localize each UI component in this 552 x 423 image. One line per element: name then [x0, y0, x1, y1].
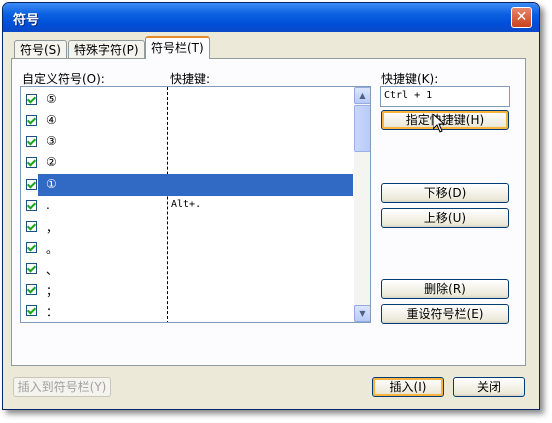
custom-symbol-list[interactable]: ⑤ ④ ③ ② ① . Alt+. ， 。 、 ； ： ▲ ▼ [20, 86, 371, 323]
list-item[interactable]: ： [21, 300, 353, 322]
checkbox-icon[interactable] [26, 242, 37, 253]
list-item[interactable]: ③ [21, 131, 353, 153]
checkbox-icon[interactable] [26, 284, 37, 295]
symbol-text: ； [46, 284, 59, 298]
move-up-button[interactable]: 上移(U) [381, 208, 509, 228]
symbol-text: ① [46, 177, 57, 191]
symbol-text: . [46, 198, 50, 212]
list-item[interactable]: . Alt+. [21, 195, 353, 217]
tab-symbol-bar[interactable]: 符号栏(T) [145, 36, 210, 59]
list-item[interactable]: 。 [21, 237, 353, 259]
shortcut-key-label: 快捷键(K): [381, 72, 439, 86]
title-bar[interactable]: 符号 ✕ [3, 3, 539, 32]
symbol-text: ： [46, 305, 59, 319]
assign-shortcut-button[interactable]: 指定快捷键(H) [381, 110, 509, 130]
delete-button[interactable]: 删除(R) [381, 279, 509, 299]
symbol-text: ， [46, 221, 59, 235]
tab-symbols[interactable]: 符号(S) [14, 40, 67, 58]
checkbox-icon[interactable] [26, 179, 37, 190]
scroll-up-icon[interactable]: ▲ [354, 87, 370, 104]
reset-symbol-bar-button[interactable]: 重设符号栏(E) [381, 304, 509, 324]
list-item[interactable]: ④ [21, 110, 353, 132]
checkbox-icon[interactable] [26, 136, 37, 147]
scroll-thumb[interactable] [354, 105, 370, 152]
list-item[interactable]: ； [21, 279, 353, 301]
move-down-button[interactable]: 下移(D) [381, 183, 509, 203]
insert-to-symbol-bar-button[interactable]: 插入到符号栏(Y) [13, 377, 111, 397]
checkbox-icon[interactable] [26, 263, 37, 274]
list-item[interactable]: ② [21, 152, 353, 174]
close-icon[interactable]: ✕ [511, 7, 532, 28]
checkbox-icon[interactable] [26, 200, 37, 211]
checkbox-icon[interactable] [26, 305, 37, 316]
checkbox-icon[interactable] [26, 94, 37, 105]
scroll-down-icon[interactable]: ▼ [354, 305, 370, 322]
list-item-selected[interactable]: ① [38, 174, 353, 196]
list-item[interactable]: ⑤ [21, 89, 353, 111]
mouse-cursor-icon [433, 114, 445, 133]
vertical-scrollbar[interactable]: ▲ ▼ [354, 87, 370, 322]
symbol-text: ③ [46, 134, 57, 148]
checkbox-icon[interactable] [26, 221, 37, 232]
tab-special-characters[interactable]: 特殊字符(P) [68, 40, 145, 58]
symbol-text: ② [46, 155, 57, 169]
insert-button[interactable]: 插入(I) [372, 377, 444, 397]
shortcut-key-input[interactable]: Ctrl + 1 [380, 86, 510, 107]
shortcut-text: Alt+. [171, 199, 202, 210]
symbol-text: 。 [46, 242, 59, 256]
shortcut-column-header: 快捷键: [170, 72, 211, 86]
custom-symbol-header: 自定义符号(O): [22, 72, 105, 86]
symbol-text: ④ [46, 113, 57, 127]
symbol-text: 、 [46, 263, 59, 277]
list-item[interactable]: 、 [21, 258, 353, 280]
close-button[interactable]: 关闭 [453, 377, 525, 397]
list-item[interactable]: ， [21, 216, 353, 238]
checkbox-icon[interactable] [26, 157, 37, 168]
window-title: 符号 [13, 13, 40, 28]
checkbox-icon[interactable] [26, 115, 37, 126]
symbol-text: ⑤ [46, 92, 57, 106]
